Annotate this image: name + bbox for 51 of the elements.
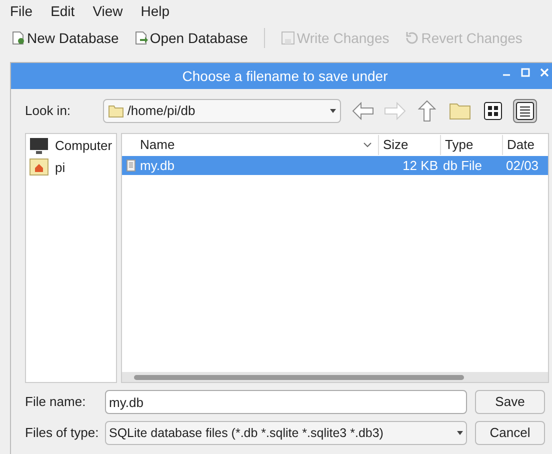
- table-cell-text: 02/03: [505, 156, 540, 175]
- sidebar-item[interactable]: pi: [29, 158, 113, 177]
- table-cell-text: 12 KB: [402, 156, 439, 175]
- table-cell-text: my.db: [140, 156, 174, 175]
- menu-item[interactable]: Help: [140, 0, 170, 22]
- toolbar-button[interactable]: Open Database: [134, 28, 248, 48]
- up-button[interactable]: [415, 99, 439, 123]
- back-arrow-icon: [352, 102, 374, 120]
- home-icon: [29, 158, 49, 176]
- close-icon[interactable]: [540, 68, 549, 77]
- toolbar-button[interactable]: New Database: [12, 28, 119, 48]
- column-header[interactable]: Date: [502, 135, 542, 155]
- horizontal-scrollbar[interactable]: [122, 372, 548, 382]
- grid-icon: [484, 102, 502, 120]
- list-icon: [516, 102, 534, 120]
- look-in-dropdown[interactable]: /home/pi/db: [103, 99, 341, 123]
- file-type-label: Files of type:: [25, 424, 99, 442]
- look-in-label: Look in:: [25, 102, 72, 120]
- revert-icon: [405, 31, 420, 45]
- look-in-value: /home/pi/db: [127, 102, 196, 120]
- menu-item[interactable]: File: [10, 0, 33, 22]
- scrollbar-thumb[interactable]: [134, 374, 464, 380]
- detail-view-button[interactable]: [513, 99, 537, 123]
- maximize-icon[interactable]: [521, 68, 530, 77]
- dropdown-caret-icon: [457, 431, 463, 435]
- back-button[interactable]: [351, 99, 375, 123]
- menu-item[interactable]: Edit: [50, 0, 75, 22]
- column-header[interactable]: Size: [378, 135, 440, 155]
- file-name-field[interactable]: my.db: [105, 390, 467, 414]
- save-icon: [280, 31, 295, 45]
- up-arrow-icon: [418, 100, 436, 122]
- document-icon: [126, 159, 136, 172]
- folder-icon: [108, 104, 124, 118]
- dropdown-caret-icon: [330, 109, 336, 113]
- save-button[interactable]: Save: [475, 390, 545, 414]
- file-name-label: File name:: [25, 393, 87, 412]
- folder-icon: [449, 102, 471, 120]
- open-file-icon: [134, 31, 148, 45]
- new-file-icon: [12, 31, 25, 45]
- table-cell-text: db File: [442, 156, 484, 175]
- monitor-icon: [29, 136, 49, 155]
- sort-caret-icon: [363, 142, 372, 148]
- icon-view-button[interactable]: [481, 99, 505, 123]
- file-type-dropdown[interactable]: SQLite database files (*.db *.sqlite *.sqlite3 *.db3): [105, 421, 467, 445]
- sidebar-item[interactable]: Computer: [29, 136, 113, 156]
- cancel-button[interactable]: Cancel: [475, 421, 545, 445]
- column-header[interactable]: Name: [122, 135, 378, 155]
- menu-item[interactable]: View: [92, 0, 123, 22]
- forward-arrow-icon: [384, 102, 406, 120]
- column-header[interactable]: Type: [440, 135, 502, 155]
- window-title: Choose a filename to save under: [182, 66, 388, 86]
